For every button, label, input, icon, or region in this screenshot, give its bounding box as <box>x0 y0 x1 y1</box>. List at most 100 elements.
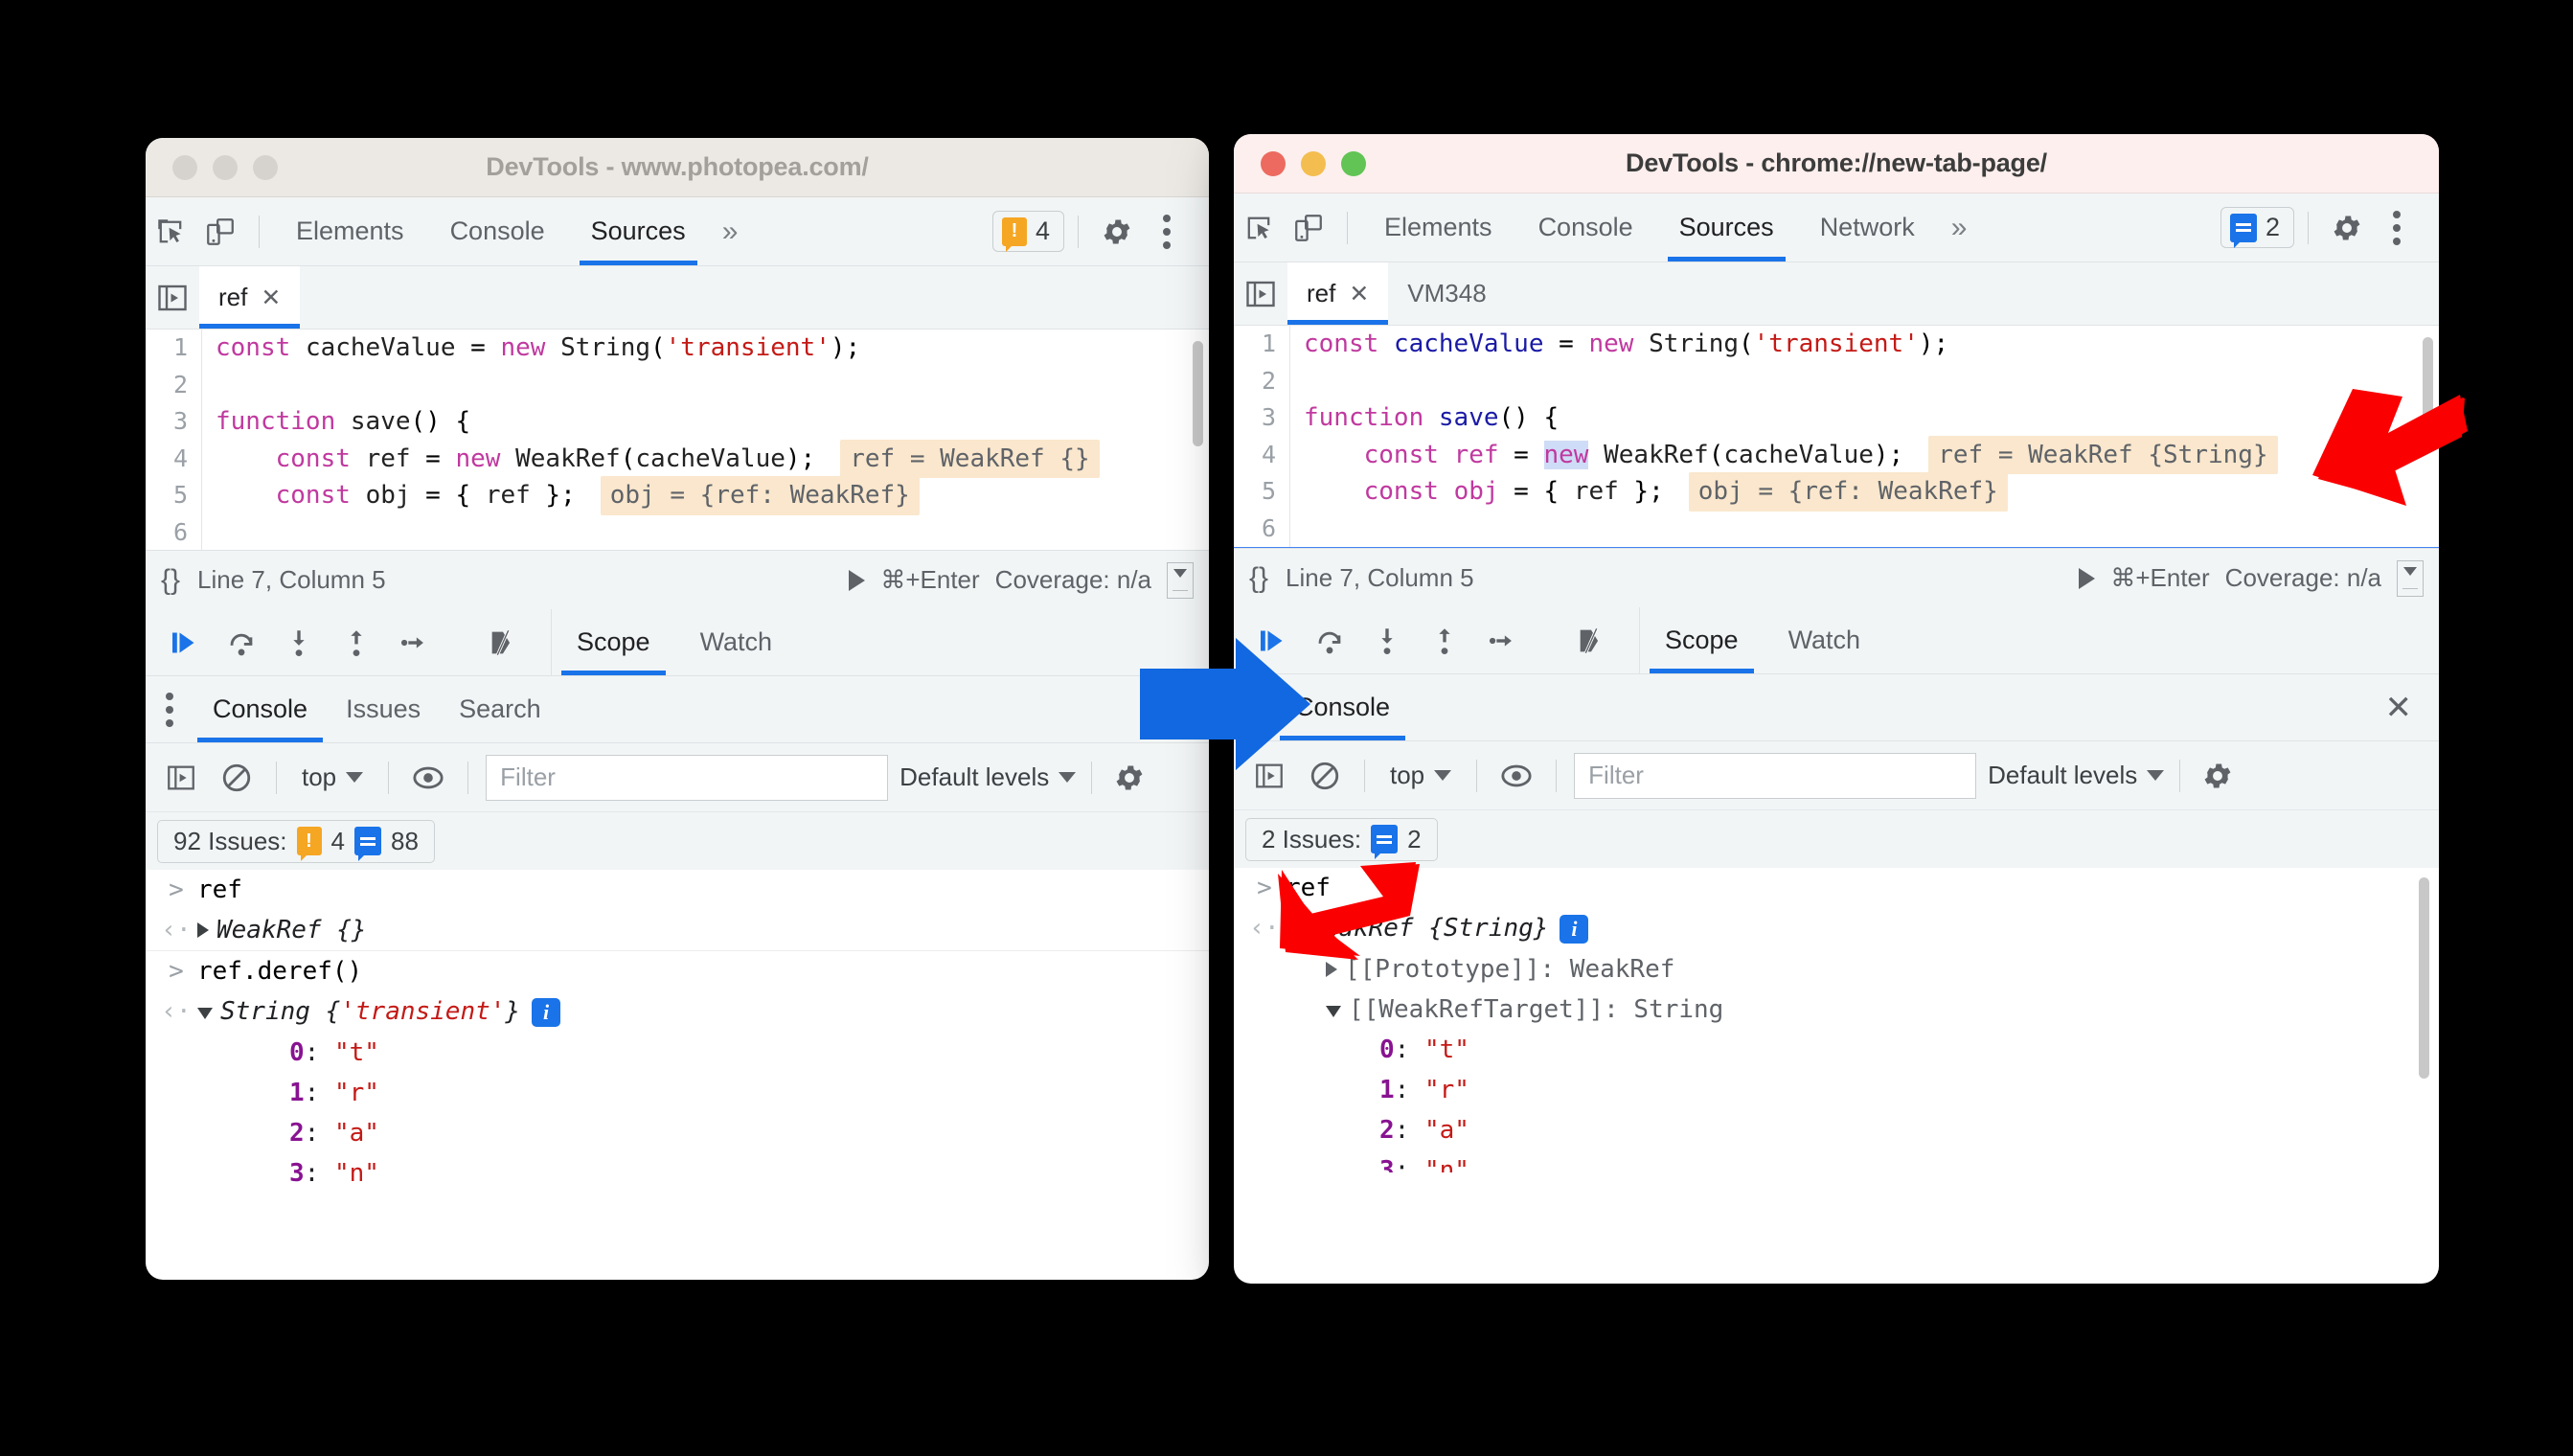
left-panel-tabs: Elements Console Sources » <box>273 197 751 265</box>
drawer-tab-console[interactable]: Console <box>194 676 327 742</box>
left-file-tabs: ref ✕ <box>146 266 1209 330</box>
file-tab-ref[interactable]: ref ✕ <box>1287 262 1389 325</box>
tab-scope[interactable]: Scope <box>552 609 675 675</box>
console-sidebar-icon[interactable] <box>159 756 203 800</box>
tab-sources[interactable]: Sources <box>1656 193 1797 262</box>
tab-elements[interactable]: Elements <box>273 197 427 265</box>
deactivate-breakpoints-icon[interactable] <box>480 620 526 666</box>
close-icon[interactable]: ✕ <box>261 284 281 312</box>
inspect-element-icon[interactable] <box>1234 203 1284 253</box>
run-snippet-icon[interactable] <box>2079 567 2096 589</box>
console-object-preview[interactable]: WeakRef {} <box>216 916 367 944</box>
drawer-tab-issues[interactable]: Issues <box>327 676 440 742</box>
tab-watch[interactable]: Watch <box>675 609 798 675</box>
log-levels-selector[interactable]: Default levels <box>899 762 1077 792</box>
tab-scope[interactable]: Scope <box>1640 607 1764 673</box>
property-value: "n" <box>1423 1156 1469 1172</box>
inspect-element-icon[interactable] <box>146 207 195 257</box>
console-object-preview[interactable]: WeakRef {String} <box>1309 914 1548 943</box>
resume-script-icon[interactable] <box>161 620 207 666</box>
gear-icon[interactable] <box>1092 207 1142 257</box>
coverage-dropdown-icon[interactable] <box>1167 561 1194 599</box>
step-into-icon[interactable] <box>1364 618 1410 664</box>
issues-summary-pill[interactable]: 92 Issues: ! 4 88 <box>157 819 435 863</box>
info-icon[interactable]: i <box>532 998 561 1027</box>
navigator-panel-toggle-icon[interactable] <box>146 281 199 315</box>
pretty-print-icon[interactable]: {} <box>161 564 180 597</box>
tab-sources[interactable]: Sources <box>568 197 709 265</box>
device-toolbar-icon[interactable] <box>195 207 245 257</box>
live-expression-icon[interactable] <box>406 756 450 800</box>
tab-elements[interactable]: Elements <box>1361 193 1515 262</box>
deactivate-breakpoints-icon[interactable] <box>1568 618 1614 664</box>
run-snippet-icon[interactable] <box>849 569 866 591</box>
expand-arrow-icon[interactable] <box>1326 962 1337 977</box>
log-levels-selector[interactable]: Default levels <box>1988 761 2165 790</box>
more-tabs-icon[interactable]: » <box>1938 193 1981 262</box>
result-icon: ‹· <box>1249 914 1280 943</box>
expand-arrow-icon[interactable] <box>197 922 209 938</box>
coverage-dropdown-icon[interactable] <box>2397 559 2424 597</box>
tab-console[interactable]: Console <box>1515 193 1656 262</box>
step-icon[interactable] <box>391 620 437 666</box>
issues-info-chip[interactable]: 2 <box>2220 207 2294 248</box>
right-console-log[interactable]: > ref ‹· WeakRef {String} i [[Prototype]… <box>1234 868 2439 1172</box>
step-out-icon[interactable] <box>1422 618 1468 664</box>
drawer-kebab-menu-icon[interactable] <box>146 676 194 742</box>
navigator-panel-toggle-icon[interactable] <box>1234 277 1287 311</box>
left-console-log[interactable]: > ref ‹· WeakRef {} > ref.deref() ‹· Str… <box>146 870 1209 1182</box>
tab-watch[interactable]: Watch <box>1764 607 1886 673</box>
editor-scrollbar[interactable] <box>2423 337 2433 443</box>
search-input[interactable]: Filter <box>1574 752 1977 799</box>
issues-summary-pill[interactable]: 2 Issues: 2 <box>1245 817 1438 861</box>
step-out-icon[interactable] <box>333 620 379 666</box>
console-property-row: [[WeakRefTarget]]: String <box>1234 990 2439 1030</box>
info-icon[interactable]: i <box>1560 915 1589 944</box>
issues-label: 2 Issues: <box>1262 824 1362 853</box>
collapse-arrow-icon[interactable] <box>197 1008 213 1019</box>
clear-console-icon[interactable] <box>1303 754 1347 798</box>
property-name[interactable]: [[Prototype]]: WeakRef <box>1345 955 1674 984</box>
left-code-editor[interactable]: 1 const cacheValue = new String('transie… <box>146 330 1209 550</box>
step-over-icon[interactable] <box>218 620 264 666</box>
log-levels-label: Default levels <box>1988 761 2138 789</box>
clear-console-icon[interactable] <box>215 756 259 800</box>
close-icon[interactable]: ✕ <box>1349 280 1369 308</box>
run-shortcut-label: ⌘+Enter <box>2110 563 2210 592</box>
left-debugger-toolbar: Scope Watch <box>146 609 1209 676</box>
search-input[interactable]: Filter <box>486 754 889 801</box>
pretty-print-icon[interactable]: {} <box>1249 562 1268 595</box>
issues-warning-chip[interactable]: ! 4 <box>991 211 1064 252</box>
file-tab-ref[interactable]: ref ✕ <box>199 266 301 329</box>
tab-console[interactable]: Console <box>427 197 568 265</box>
kebab-menu-icon[interactable] <box>2372 203 2422 253</box>
drawer-tab-console[interactable]: Console <box>1276 674 1409 740</box>
tab-network[interactable]: Network <box>1797 193 1938 262</box>
console-sidebar-icon[interactable] <box>1247 754 1291 798</box>
console-scrollbar[interactable] <box>2419 877 2429 1079</box>
step-over-icon[interactable] <box>1307 618 1353 664</box>
gear-icon[interactable] <box>2196 754 2240 798</box>
collapse-arrow-icon[interactable] <box>1286 924 1301 936</box>
execution-context-selector[interactable]: top <box>1382 761 1459 790</box>
collapse-arrow-icon[interactable] <box>1326 1006 1341 1017</box>
more-tabs-icon[interactable]: » <box>709 197 752 265</box>
live-expression-icon[interactable] <box>1494 754 1538 798</box>
gear-icon[interactable] <box>2322 203 2372 253</box>
kebab-menu-icon[interactable] <box>1142 207 1192 257</box>
file-tab-vm348[interactable]: VM348 <box>1388 262 1505 325</box>
drawer-tab-search[interactable]: Search <box>440 676 560 742</box>
gear-icon[interactable] <box>1107 756 1151 800</box>
editor-scrollbar[interactable] <box>1193 341 1203 446</box>
execution-context-selector[interactable]: top <box>294 762 371 792</box>
step-icon[interactable] <box>1479 618 1525 664</box>
step-into-icon[interactable] <box>276 620 322 666</box>
cursor-position: Line 7, Column 5 <box>1286 563 1474 592</box>
property-name[interactable]: [[WeakRefTarget]]: String <box>1349 995 1723 1024</box>
property-index: 1 <box>1379 1076 1395 1104</box>
right-code-editor[interactable]: 1 const cacheValue = new String('transie… <box>1234 326 2439 548</box>
device-toolbar-icon[interactable] <box>1284 203 1333 253</box>
file-tab-label: ref <box>218 283 248 311</box>
close-icon[interactable]: ✕ <box>2358 674 2440 740</box>
resume-script-icon[interactable] <box>1249 618 1295 664</box>
